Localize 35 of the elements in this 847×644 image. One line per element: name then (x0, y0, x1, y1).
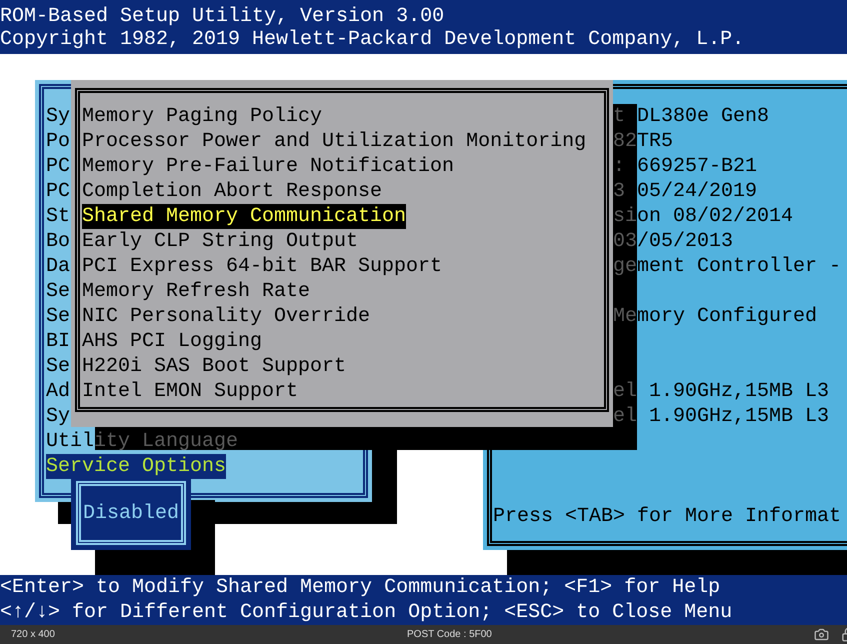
menu-item[interactable]: Sy (46, 404, 70, 429)
app-title: ROM-Based Setup Utility, Version 3.00 (0, 6, 446, 28)
option-item[interactable]: PCI Express 64-bit BAR Support (82, 254, 442, 279)
menu-item[interactable]: Sy (46, 104, 70, 129)
camera-icon[interactable] (814, 627, 829, 642)
menu-item[interactable]: Da (46, 254, 70, 279)
option-item[interactable]: Intel EMON Support (82, 379, 298, 404)
option-item[interactable]: Memory Refresh Rate (82, 279, 310, 304)
menu-item[interactable]: BI (46, 329, 70, 354)
option-item[interactable]: Processor Power and Utilization Monitoring (82, 129, 586, 154)
option-item[interactable]: NIC Personality Override (82, 304, 370, 329)
option-item[interactable]: Early CLP String Output (82, 229, 358, 254)
option-item[interactable]: AHS PCI Logging (82, 329, 262, 354)
option-item[interactable]: Memory Paging Policy (82, 104, 322, 129)
menu-item[interactable]: Bo (46, 229, 70, 254)
help-text: <Enter> to Modify Shared Memory Communication; <F1> for Help (0, 575, 722, 600)
menu-item[interactable]: Se (46, 354, 70, 379)
menu-item[interactable]: Se (46, 304, 70, 329)
option-item[interactable]: Completion Abort Response (82, 179, 382, 204)
help-text: <↑/↓> for Different Configuration Option; <ESC> to Close Menu (0, 600, 734, 625)
post-code-text: POST Code : 5F00 (407, 628, 492, 640)
resolution-text: 720 x 400 (11, 628, 55, 640)
option-item[interactable]: Shared Memory Communication (82, 204, 406, 229)
menu-item[interactable]: PC (46, 179, 70, 204)
hint-text: Press <TAB> for More Informat (493, 504, 842, 529)
menu-item[interactable]: Ad (46, 379, 70, 404)
menu-item[interactable]: Se (46, 279, 70, 304)
option-item[interactable]: H220i SAS Boot Support (82, 354, 346, 379)
option-value: Disabled (82, 500, 179, 526)
menu-item[interactable]: St (46, 204, 70, 229)
option-item[interactable]: Memory Pre-Failure Notification (82, 154, 454, 179)
copyright-text: Copyright 1982, 2019 Hewlett-Packard Development Company, L.P. (0, 29, 746, 51)
menu-item[interactable]: PC (46, 154, 70, 179)
menu-item[interactable]: Service Options (46, 454, 226, 479)
menu-item[interactable]: Po (46, 129, 70, 154)
